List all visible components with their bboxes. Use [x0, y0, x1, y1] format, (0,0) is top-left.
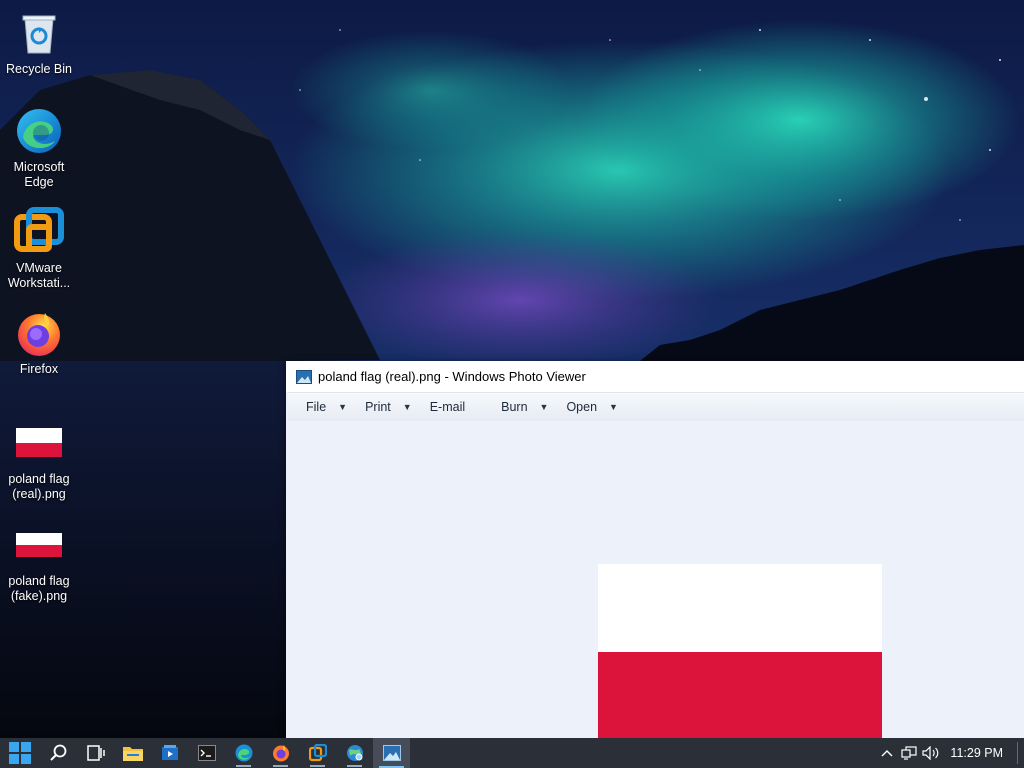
desktop-icon-label: poland flag (real).png: [8, 472, 70, 501]
png-file-icon: [14, 418, 64, 468]
tray-volume[interactable]: [920, 746, 942, 760]
desktop-icon-recycle-bin[interactable]: Recycle Bin: [4, 8, 74, 77]
desktop-icon-poland-flag-real[interactable]: poland flag (real).png: [4, 418, 74, 502]
network-globe-icon: [346, 745, 363, 761]
desktop-icon-poland-flag-fake[interactable]: poland flag (fake).png: [4, 520, 74, 604]
desktop-icon-label: VMware Workstati...: [7, 261, 71, 290]
file-explorer-icon: [122, 747, 143, 761]
system-tray: 11:29 PM: [876, 738, 1024, 768]
edge-icon: [14, 106, 64, 156]
taskbar-clock[interactable]: 11:29 PM: [950, 746, 1003, 760]
taskbar-terminal[interactable]: [188, 738, 225, 768]
menu-burn-label: Burn: [501, 400, 528, 414]
desktop-icon-vmware[interactable]: VMware Workstati...: [4, 207, 74, 291]
chevron-down-icon: ▼: [539, 402, 549, 412]
taskbar-file-explorer[interactable]: [114, 738, 151, 768]
window-titlebar[interactable]: poland flag (real).png - Windows Photo V…: [286, 361, 1024, 392]
chevron-up-icon: [881, 750, 893, 757]
search-icon: [49, 744, 66, 761]
show-desktop-button[interactable]: [1017, 742, 1022, 764]
photo-viewer-icon: [382, 745, 401, 761]
vmware-icon: [14, 207, 64, 257]
menu-print-label: Print: [365, 400, 391, 414]
terminal-icon: [197, 745, 216, 761]
photo-viewer-window[interactable]: poland flag (real).png - Windows Photo V…: [286, 361, 1024, 738]
search-button[interactable]: [40, 738, 77, 768]
tray-overflow-button[interactable]: [876, 749, 898, 757]
chevron-down-icon: ▼: [609, 402, 618, 412]
taskbar: 11:29 PM: [0, 738, 1024, 768]
desktop-icon-label: Recycle Bin: [6, 62, 72, 76]
desktop-icon-label: poland flag (fake).png: [8, 574, 70, 603]
flag-red-band: [598, 652, 882, 738]
png-file-icon: [14, 520, 64, 570]
menu-print[interactable]: Print ▼: [357, 393, 420, 421]
recycle-bin-icon: [14, 8, 64, 58]
desktop-icon-edge[interactable]: Microsoft Edge: [4, 106, 74, 190]
desktop-icon-firefox[interactable]: Firefox: [4, 308, 74, 377]
vmware-icon: [308, 744, 327, 762]
window-title: poland flag (real).png - Windows Photo V…: [318, 369, 586, 384]
taskbar-firefox[interactable]: [262, 738, 299, 768]
taskbar-photo-viewer[interactable]: [373, 738, 410, 768]
volume-icon: [922, 746, 939, 760]
menu-burn[interactable]: Burn ▼: [493, 393, 556, 421]
taskbar-edge[interactable]: [225, 738, 262, 768]
tray-network[interactable]: [898, 746, 920, 760]
desktop-icon-label: Microsoft Edge: [13, 160, 65, 189]
menu-file[interactable]: File ▼: [298, 393, 355, 421]
menu-open-label: Open: [566, 400, 598, 414]
firefox-icon: [14, 308, 64, 358]
media-player-icon: [161, 745, 178, 760]
chevron-down-icon: ▼: [402, 402, 412, 412]
photo-viewer-icon: [296, 369, 312, 384]
menu-file-label: File: [306, 400, 327, 414]
menu-email[interactable]: E-mail: [422, 393, 473, 421]
flag-white-band: [598, 564, 882, 652]
taskbar-network-app[interactable]: [336, 738, 373, 768]
edge-icon: [235, 744, 252, 762]
taskbar-vmware[interactable]: [299, 738, 336, 768]
displayed-image: [598, 564, 882, 738]
network-icon: [901, 746, 918, 760]
menu-open[interactable]: Open ▼: [558, 393, 626, 421]
task-view-button[interactable]: [77, 738, 114, 768]
taskbar-media-player[interactable]: [151, 738, 188, 768]
task-view-icon: [86, 745, 105, 761]
start-icon: [9, 742, 31, 764]
chevron-down-icon: ▼: [338, 402, 348, 412]
start-button[interactable]: [0, 738, 40, 768]
menu-email-label: E-mail: [429, 400, 466, 414]
desktop-icon-label: Firefox: [19, 362, 59, 376]
image-canvas[interactable]: [286, 421, 1024, 738]
menu-bar: File ▼ Print ▼ E-mail Burn ▼ Open ▼: [288, 392, 1024, 422]
firefox-icon: [272, 745, 289, 762]
